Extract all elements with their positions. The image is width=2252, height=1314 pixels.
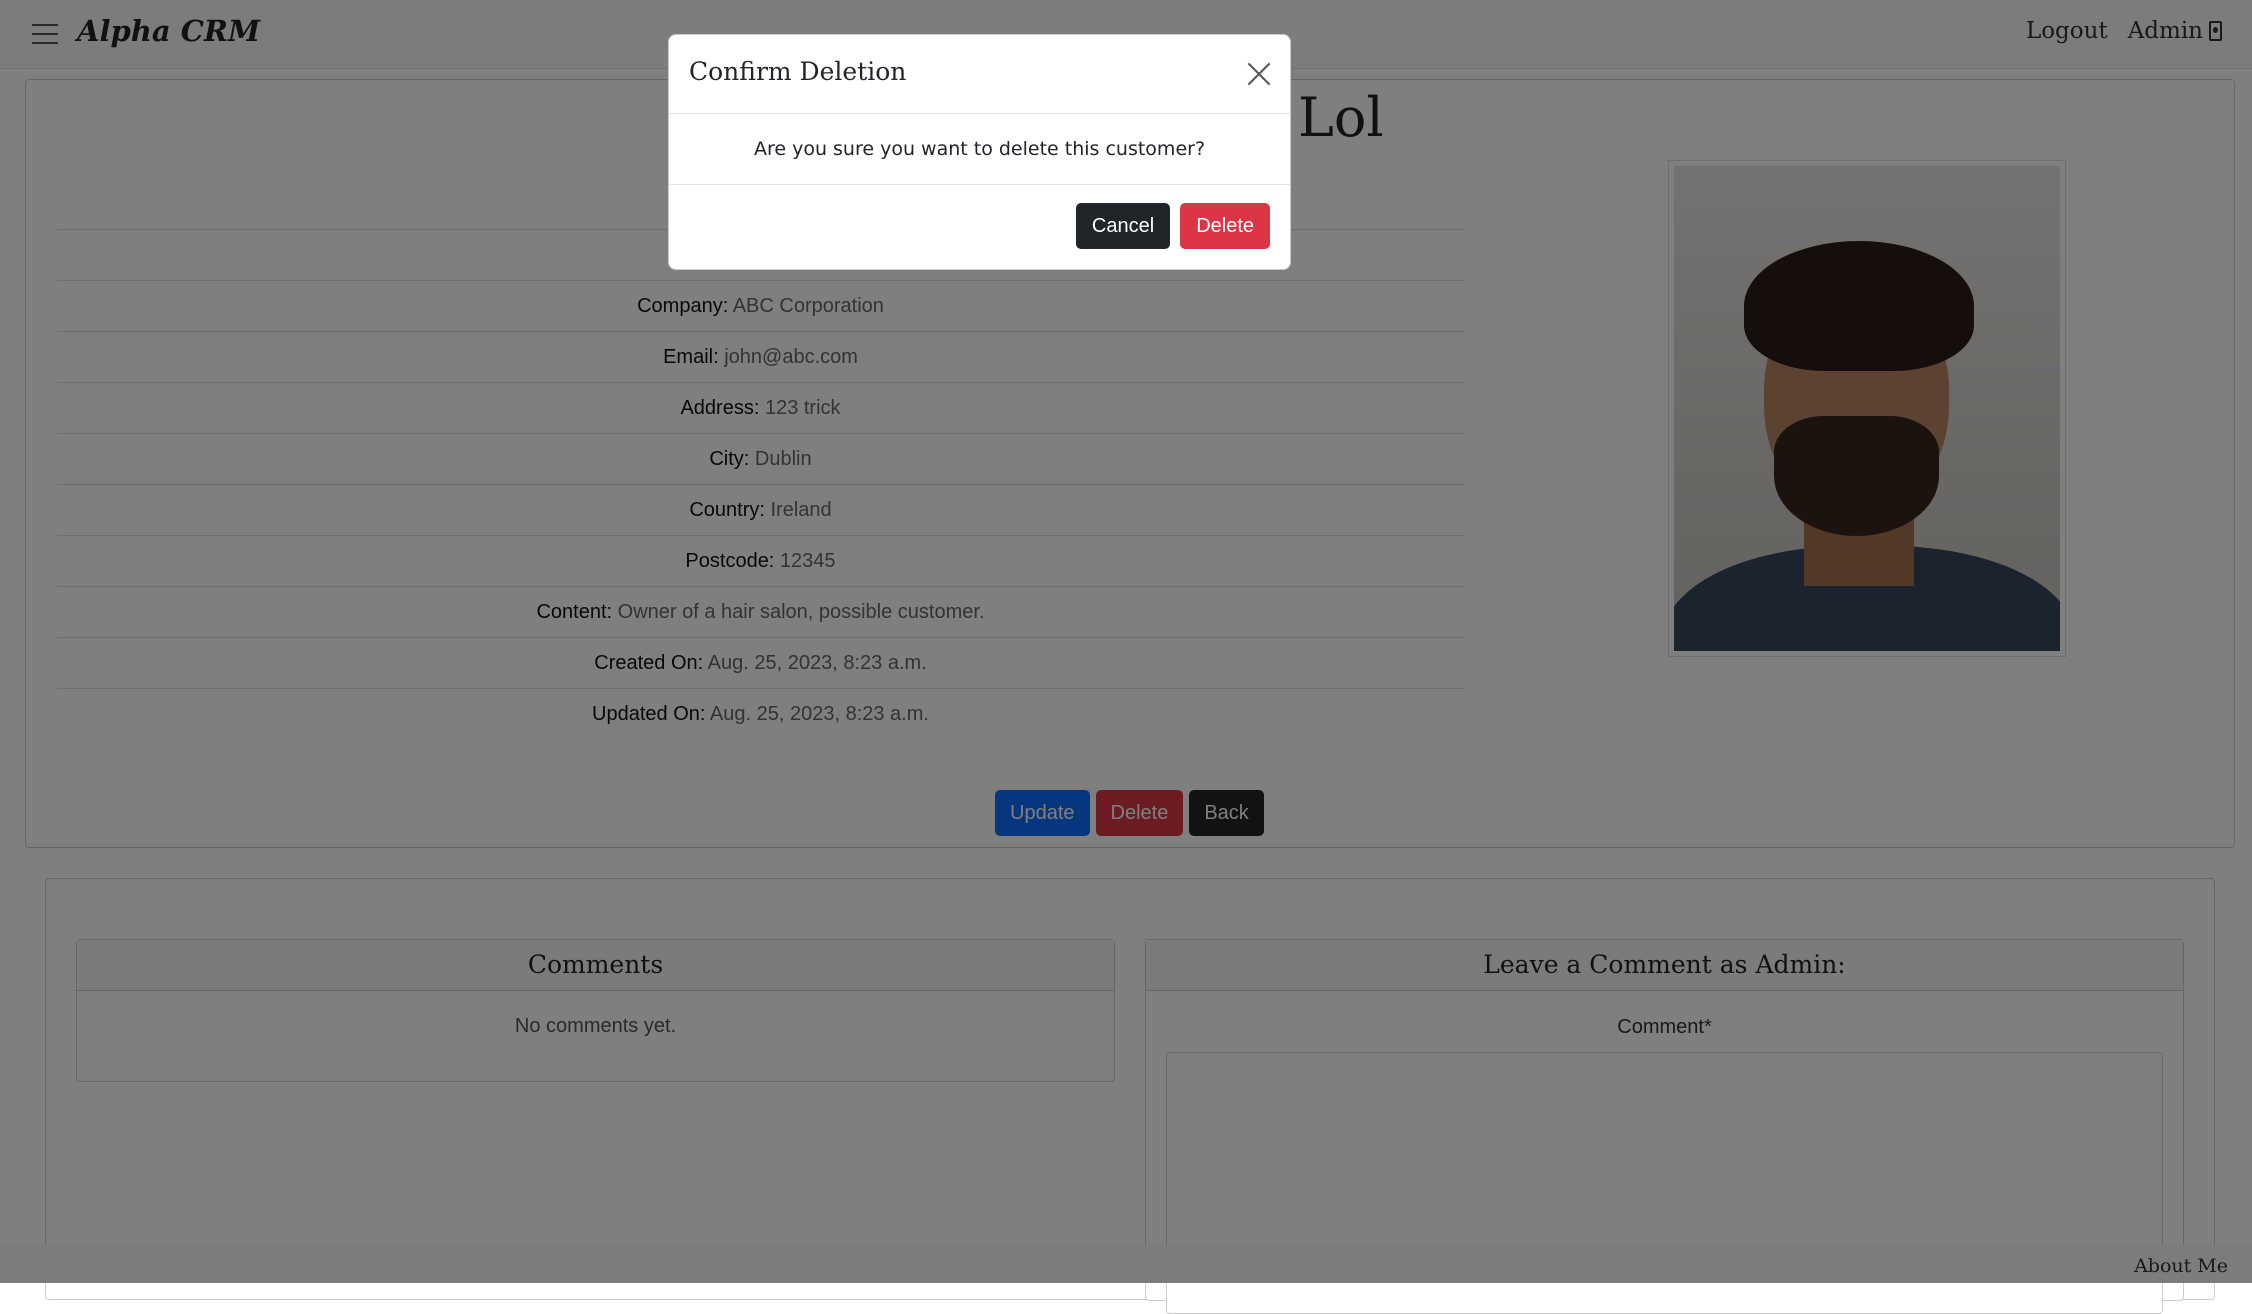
modal-cancel-button[interactable]: Cancel — [1075, 203, 1171, 249]
modal-delete-button[interactable]: Delete — [1180, 203, 1270, 249]
confirm-delete-modal: Confirm Deletion Are you sure you want t… — [668, 34, 1291, 270]
modal-title: Confirm Deletion — [689, 57, 907, 86]
close-icon[interactable] — [1244, 59, 1274, 89]
modal-message: Are you sure you want to delete this cus… — [669, 114, 1290, 185]
modal-footer: Cancel Delete — [1075, 203, 1270, 249]
modal-header: Confirm Deletion — [669, 35, 1290, 114]
